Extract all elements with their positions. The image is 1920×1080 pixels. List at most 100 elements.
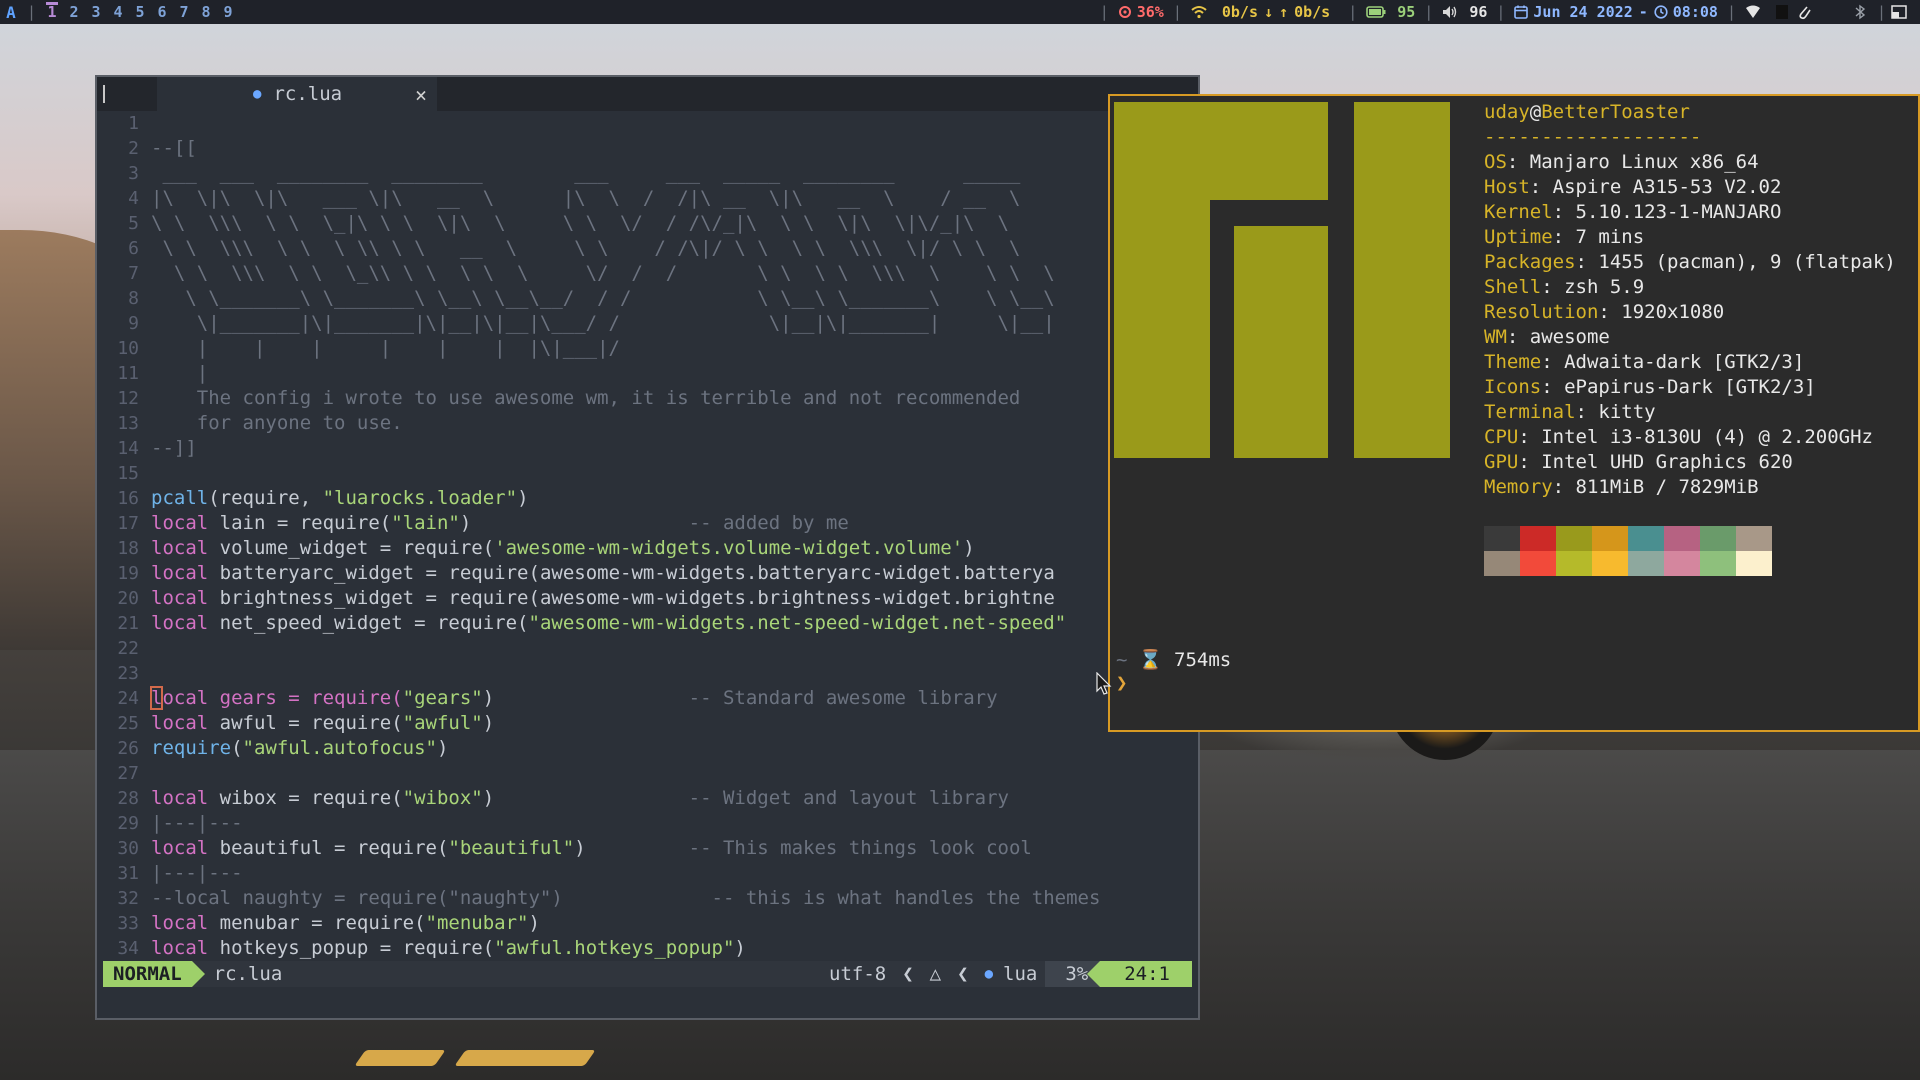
line-number: 5 (128, 213, 139, 234)
info-line: Resolution: 1920x1080 (1484, 301, 1725, 323)
line-number: 26 (117, 738, 139, 759)
code-line[interactable]: 7 \ \ \\\ \ \ \_\\ \ \ \ \ \ \/ / / \ \ … (97, 261, 1198, 286)
code-line[interactable]: 20 local brightness_widget = require(awes… (97, 586, 1198, 611)
code-line[interactable]: 16 pcall(require, "luarocks.loader") (97, 486, 1198, 511)
code-line[interactable]: 28 local wibox = require("wibox") -- Widg… (97, 786, 1198, 811)
cpu-widget[interactable]: 36% (1118, 3, 1164, 21)
bluetooth-icon[interactable] (1853, 4, 1867, 20)
palette-swatch (1700, 526, 1736, 551)
prompt-symbol: ❯ (1116, 672, 1128, 694)
calendar-icon (1514, 5, 1529, 19)
code-line[interactable]: 32 --local naughty = require("naughty") -… (97, 886, 1198, 911)
info-line: Theme: Adwaita-dark [GTK2/3] (1484, 351, 1805, 373)
code-line[interactable]: 19 local batteryarc_widget = require(awes… (97, 561, 1198, 586)
code-line[interactable]: 2 --[[ (97, 136, 1198, 161)
code-line[interactable]: 21 local net_speed_widget = require("awes… (97, 611, 1198, 636)
info-line: Terminal: kitty (1484, 401, 1656, 423)
text-cursor: l (149, 686, 164, 710)
editor-window[interactable]: ● rc.lua × 1 2 --[[3 ___ ___ ________ ____… (95, 75, 1200, 1020)
volume-widget[interactable]: 96 (1442, 3, 1487, 21)
code-line[interactable]: 6 \ \ \\\ \ \ \ \\ \ \ __ \ \ \ / /\|/ \… (97, 236, 1198, 261)
tag-9[interactable]: 9 (217, 3, 239, 21)
terminal-window[interactable]: uday@BetterToaster ------------------- O… (1108, 94, 1920, 732)
tab-line: ● rc.lua × (97, 77, 1198, 111)
tag-8[interactable]: 8 (195, 3, 217, 21)
line-number: 8 (128, 288, 139, 309)
code-line[interactable]: 31 |---|--- (97, 861, 1198, 886)
net-speed-widget[interactable]: 0b/s ↓ ↑ 0b/s (1191, 3, 1330, 21)
tag-1[interactable]: 1 (41, 2, 63, 21)
tag-4[interactable]: 4 (107, 3, 129, 21)
lua-file-icon: ● (253, 86, 262, 102)
info-value: 1920x1080 (1621, 301, 1725, 323)
tag-2[interactable]: 2 (63, 3, 85, 21)
code-line[interactable]: 1 (97, 111, 1198, 136)
volume-icon (1443, 6, 1457, 18)
battery-icon (1366, 6, 1386, 18)
code-line[interactable]: 25 local awful = require("awful") (97, 711, 1198, 736)
filetype: ● lua (977, 963, 1046, 985)
line-text: for anyone to use. (151, 412, 403, 434)
info-line: Uptime: 7 mins (1484, 226, 1645, 248)
tag-3[interactable]: 3 (85, 3, 107, 21)
info-key: Shell (1484, 276, 1542, 298)
hostname: BetterToaster (1541, 101, 1690, 123)
code-line[interactable]: 27 (97, 761, 1198, 786)
line-text: |---|--- (151, 812, 243, 834)
code-line[interactable]: 5 \ \ \\\ \ \ \_|\ \ \ \|\ \ \ \ \/ / /\/… (97, 211, 1198, 236)
code-line[interactable]: 18 local volume_widget = require('awesome… (97, 536, 1198, 561)
wifi-icon (1191, 6, 1207, 19)
info-rule: ------------------- (1484, 126, 1702, 148)
info-value: 5.10.123-1-MANJARO (1575, 201, 1782, 223)
launcher-button[interactable]: A (0, 3, 22, 22)
linux-icon: △ (929, 963, 942, 985)
info-key: OS (1484, 151, 1507, 173)
line-number: 27 (117, 763, 139, 784)
code-line[interactable]: 9 \|_______|\|_______|\|__|\|__|\___/ / … (97, 311, 1198, 336)
manjaro-logo-icon (1114, 102, 1450, 458)
code-line[interactable]: 11 | (97, 361, 1198, 386)
code-line[interactable]: 29 |---|--- (97, 811, 1198, 836)
tab-rc-lua[interactable]: ● rc.lua × (157, 77, 437, 111)
code-line[interactable]: 33 local menubar = require("menubar") (97, 911, 1198, 936)
line-number: 9 (128, 313, 139, 334)
code-line[interactable]: 3 ___ ___ ________ ________ ___ ___ ____… (97, 161, 1198, 186)
code-line[interactable]: 34 local hotkeys_popup = require("awful.h… (97, 936, 1198, 961)
username: uday (1484, 101, 1530, 123)
palette-swatch (1592, 551, 1628, 576)
code-line[interactable]: 17 local lain = require("lain") -- added … (97, 511, 1198, 536)
tag-6[interactable]: 6 (151, 3, 173, 21)
info-value: kitty (1598, 401, 1656, 423)
code-line[interactable]: 26 require("awful.autofocus") (97, 736, 1198, 761)
prompt-input[interactable]: ❯ (1116, 672, 1127, 694)
code-line[interactable]: 23 (97, 661, 1198, 686)
arrow-down-icon: ↓ (1264, 3, 1274, 21)
layout-icon[interactable] (1891, 5, 1907, 19)
code-line[interactable]: 24 local gears = require("gears") -- Stan… (97, 686, 1198, 711)
code-line[interactable]: 13 for anyone to use. (97, 411, 1198, 436)
code-line[interactable]: 14 --]] (97, 436, 1198, 461)
wifi-tray-icon[interactable] (1745, 5, 1761, 19)
clock-widget[interactable]: Jun 24 2022 - 08:08 (1514, 3, 1718, 21)
tray-app-icon[interactable] (1775, 5, 1788, 19)
code-area[interactable]: 1 2 --[[3 ___ ___ ________ ________ ___ __… (97, 111, 1198, 966)
line-text: --]] (151, 437, 197, 459)
paperclip-icon[interactable] (1798, 4, 1812, 20)
line-text: local wibox = require("wibox") -- Widget… (151, 787, 1009, 809)
tag-5[interactable]: 5 (129, 3, 151, 21)
code-line[interactable]: 22 (97, 636, 1198, 661)
tag-7[interactable]: 7 (173, 3, 195, 21)
mouse-cursor-icon (1096, 672, 1112, 695)
code-line[interactable]: 15 (97, 461, 1198, 486)
line-text: |---|--- (151, 862, 243, 884)
tab-close-button[interactable]: × (415, 83, 427, 107)
battery-widget[interactable]: 95 (1366, 3, 1415, 21)
palette-swatch (1556, 551, 1592, 576)
code-line[interactable]: 30 local beautiful = require("beautiful")… (97, 836, 1198, 861)
chevron-left-icon: ❮ (957, 963, 969, 985)
palette-swatch (1592, 526, 1628, 551)
code-line[interactable]: 8 \ \_______\ \_______\ \__\ \__\__/ / /… (97, 286, 1198, 311)
code-line[interactable]: 12 The config i wrote to use awesome wm,… (97, 386, 1198, 411)
code-line[interactable]: 10 | | | | | | |\|___|/ (97, 336, 1198, 361)
code-line[interactable]: 4 |\ \|\ \|\ ___ \|\ __ \ |\ \ / /|\ __ \… (97, 186, 1198, 211)
